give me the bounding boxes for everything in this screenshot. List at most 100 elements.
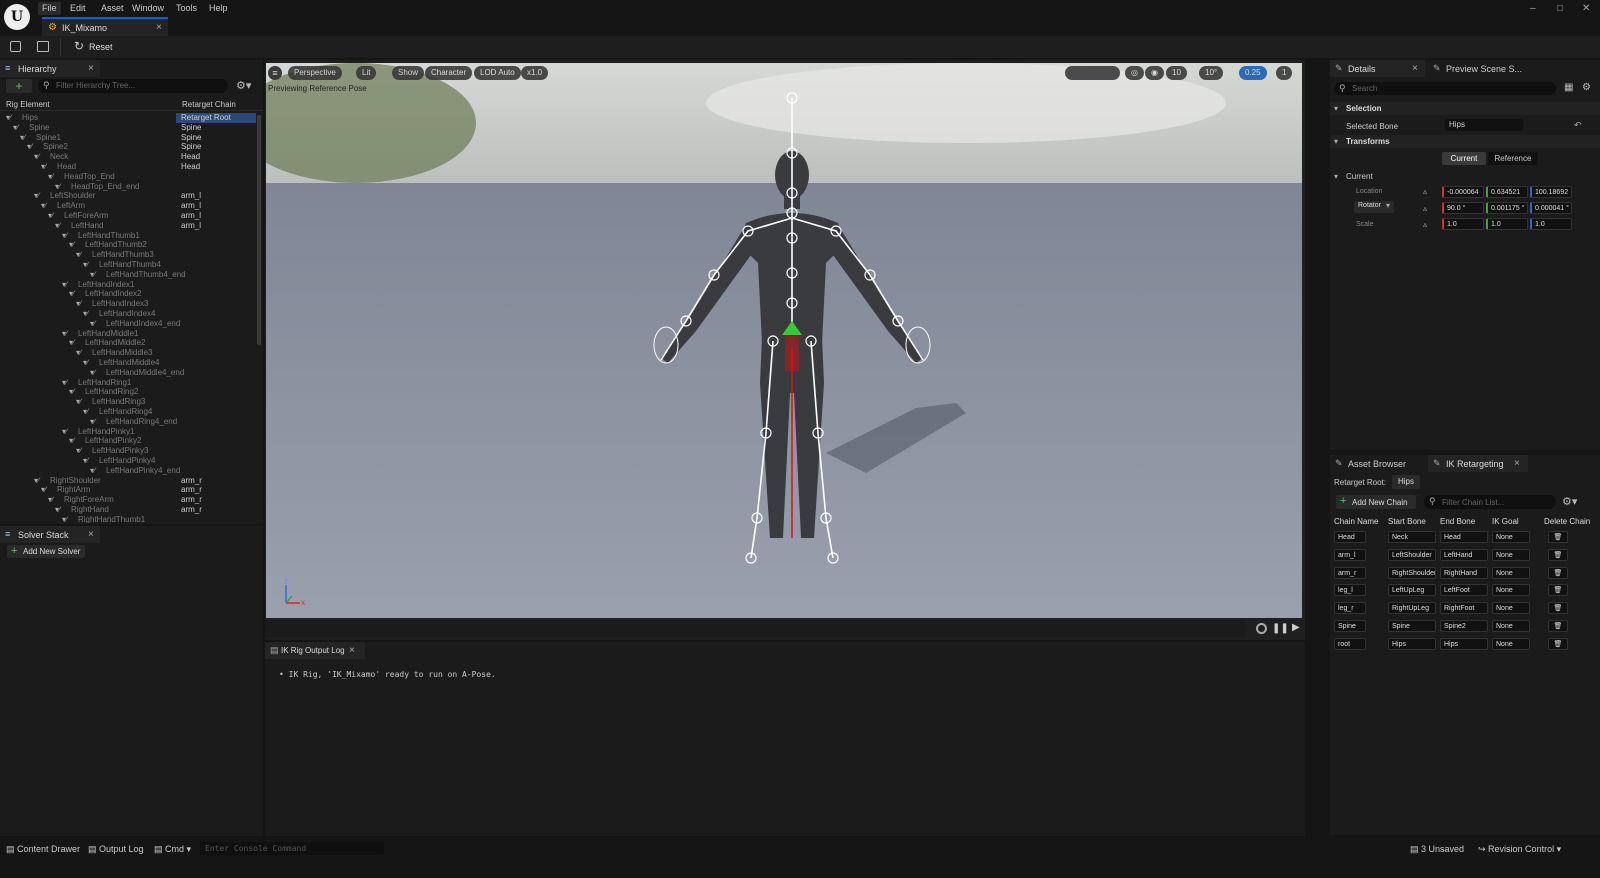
- restore-icon[interactable]: □: [1557, 3, 1563, 14]
- scale-x-field[interactable]: 1.0: [1442, 218, 1484, 230]
- solver-stack-close-icon[interactable]: ×: [88, 529, 94, 540]
- current-toggle[interactable]: Current: [1442, 152, 1486, 165]
- start-bone-dropdown[interactable]: LeftShoulder: [1388, 548, 1436, 561]
- angle-snap[interactable]: 10°: [1199, 66, 1224, 80]
- ik-goal-dropdown[interactable]: None: [1492, 620, 1530, 632]
- add-new-solver-button[interactable]: + Add New Solver: [7, 545, 85, 558]
- output-log-close-icon[interactable]: ×: [349, 645, 355, 656]
- unsaved-button[interactable]: ▤ 3 Unsaved: [1410, 842, 1464, 856]
- start-bone-dropdown[interactable]: Neck: [1388, 531, 1436, 543]
- menu-window[interactable]: Window: [128, 2, 168, 15]
- ik-goal-dropdown[interactable]: None: [1492, 531, 1530, 543]
- tree-row[interactable]: ▾∕ LeftHandThumb2: [0, 240, 258, 250]
- start-bone-dropdown[interactable]: Hips: [1388, 637, 1436, 650]
- menu-file[interactable]: File: [38, 2, 61, 15]
- rotator-dropdown[interactable]: Rotator ▾: [1354, 201, 1394, 213]
- preview-scene-tab[interactable]: ✎ Preview Scene S...: [1428, 60, 1568, 77]
- chain-name-field[interactable]: arm_l: [1334, 548, 1366, 561]
- hierarchy-search-input[interactable]: ⚲ Filter Hierarchy Tree...: [38, 79, 228, 93]
- tree-row[interactable]: ▾∕ LeftForeArm arm_l: [0, 211, 258, 221]
- cmd-dropdown[interactable]: ▤ Cmd ▾: [154, 842, 191, 856]
- unreal-logo-icon[interactable]: U: [4, 4, 30, 30]
- viewport[interactable]: z x: [266, 63, 1302, 618]
- details-search-input[interactable]: ⚲ Search: [1334, 82, 1556, 95]
- chain-filter-input[interactable]: ⚲ Filter Chain List...: [1424, 495, 1556, 509]
- location-y-field[interactable]: 0.634521: [1486, 186, 1528, 198]
- add-element-button[interactable]: +: [6, 79, 32, 93]
- ik-retargeting-tab[interactable]: ✎ IK Retargeting ×: [1428, 455, 1528, 472]
- details-settings-icon[interactable]: ⚙: [1582, 82, 1591, 93]
- tree-row[interactable]: ▾∕ Spine Spine: [0, 123, 258, 133]
- end-bone-dropdown[interactable]: RightHand: [1440, 566, 1488, 579]
- ik-goal-dropdown[interactable]: None: [1492, 584, 1530, 597]
- timeline-bar[interactable]: [265, 620, 1245, 637]
- chain-name-field[interactable]: Spine: [1334, 620, 1366, 632]
- tree-row[interactable]: ▾∕ LeftHandThumb1: [0, 231, 258, 241]
- rotation-x-field[interactable]: 90.0 °: [1442, 202, 1484, 214]
- hierarchy-tab-close-icon[interactable]: ×: [88, 63, 94, 74]
- snap-icon[interactable]: ◎: [1125, 66, 1144, 80]
- menu-tools[interactable]: Tools: [172, 2, 201, 15]
- perspective-button[interactable]: Perspective: [288, 66, 342, 80]
- tree-row[interactable]: ▾∕ RightForeArm arm_r: [0, 495, 258, 505]
- ik-retargeting-close-icon[interactable]: ×: [1514, 458, 1520, 469]
- tree-row[interactable]: ▾∕ HeadTop_End: [0, 172, 258, 182]
- reset-button[interactable]: Reset: [89, 42, 113, 52]
- selection-header[interactable]: ▾ Selection: [1330, 102, 1600, 115]
- tree-row[interactable]: ▾∕ LeftHandPinky4_end: [0, 466, 258, 476]
- chain-name-field[interactable]: Head: [1334, 531, 1366, 543]
- start-bone-dropdown[interactable]: RightUpLeg: [1388, 602, 1436, 615]
- reset-bone-icon[interactable]: ↶: [1574, 120, 1582, 131]
- tree-row[interactable]: ▾∕ LeftHandIndex4: [0, 309, 258, 319]
- ik-goal-dropdown[interactable]: None: [1492, 637, 1530, 650]
- content-drawer-button[interactable]: ▤ Content Drawer: [6, 842, 80, 856]
- tree-row[interactable]: ▾∕ LeftHandIndex4_end: [0, 319, 258, 329]
- output-log-tab[interactable]: ▤ IK Rig Output Log ×: [265, 642, 365, 659]
- tree-row[interactable]: ▾∕ LeftHandMiddle3: [0, 348, 258, 358]
- retarget-root-value[interactable]: Hips: [1392, 475, 1421, 489]
- tree-row[interactable]: ▾∕ HeadTop_End_end: [0, 182, 258, 192]
- end-bone-dropdown[interactable]: Spine2: [1440, 620, 1488, 632]
- tree-row[interactable]: ▾∕ Spine1 Spine: [0, 133, 258, 143]
- start-bone-dropdown[interactable]: Spine: [1388, 620, 1436, 632]
- tree-row[interactable]: ▾∕ LeftHandIndex1: [0, 280, 258, 290]
- step-forward-icon[interactable]: ▶: [1292, 622, 1300, 633]
- details-close-icon[interactable]: ×: [1412, 63, 1418, 74]
- solver-stack-tab[interactable]: ≡ Solver Stack ×: [0, 526, 100, 543]
- add-new-chain-button[interactable]: + Add New Chain: [1336, 495, 1416, 509]
- tree-row[interactable]: ▾∕ LeftHandThumb4_end: [0, 270, 258, 280]
- scale-y-field[interactable]: 1.0: [1486, 218, 1528, 230]
- grid-snap[interactable]: 10: [1166, 66, 1187, 80]
- tree-row[interactable]: ▾∕ Head Head: [0, 162, 258, 172]
- tree-row[interactable]: ▾∕ LeftHandThumb4: [0, 260, 258, 270]
- tree-row[interactable]: ▾∕ RightShoulder arm_r: [0, 476, 258, 486]
- tree-row[interactable]: ▾∕ LeftHandThumb3: [0, 250, 258, 260]
- surface-icon[interactable]: ◉: [1145, 66, 1164, 80]
- camera-speed[interactable]: 1: [1276, 66, 1293, 80]
- tree-row[interactable]: ▾∕ Spine2 Spine: [0, 142, 258, 152]
- tree-row[interactable]: ▾∕ LeftHandRing4_end: [0, 417, 258, 427]
- delete-chain-icon[interactable]: 🗑: [1548, 548, 1568, 561]
- tree-row[interactable]: ▾∕ LeftHandPinky1: [0, 427, 258, 437]
- record-icon[interactable]: [1256, 623, 1267, 634]
- chain-name-field[interactable]: arm_r: [1334, 566, 1366, 579]
- hierarchy-scrollbar[interactable]: [257, 115, 261, 345]
- close-window-icon[interactable]: ✕: [1582, 3, 1590, 14]
- tab-close-icon[interactable]: ×: [156, 22, 162, 33]
- current-collapse-icon[interactable]: ▾: [1334, 172, 1338, 181]
- asset-browser-tab[interactable]: ✎ Asset Browser: [1330, 455, 1425, 472]
- ik-goal-dropdown[interactable]: None: [1492, 602, 1530, 615]
- chain-name-field[interactable]: leg_r: [1334, 602, 1366, 615]
- chain-settings-icon[interactable]: ⚙▾: [1562, 495, 1577, 508]
- rotation-y-field[interactable]: 0.001175 °: [1486, 202, 1528, 214]
- tab-ik-mixamo[interactable]: ⚙ IK_Mixamo ×: [42, 17, 168, 36]
- scale-snap[interactable]: 0.25: [1239, 66, 1267, 80]
- minimize-icon[interactable]: –: [1530, 3, 1536, 14]
- tree-row[interactable]: ▾∕ LeftHandIndex3: [0, 299, 258, 309]
- end-bone-dropdown[interactable]: Head: [1440, 531, 1488, 543]
- delete-chain-icon[interactable]: 🗑: [1548, 637, 1568, 650]
- tree-row[interactable]: ▾∕ Neck Head: [0, 152, 258, 162]
- tree-row[interactable]: ▾∕ LeftHandPinky2: [0, 436, 258, 446]
- location-x-field[interactable]: -0.000064: [1442, 186, 1484, 198]
- tree-row[interactable]: ▾∕ LeftHandRing2: [0, 387, 258, 397]
